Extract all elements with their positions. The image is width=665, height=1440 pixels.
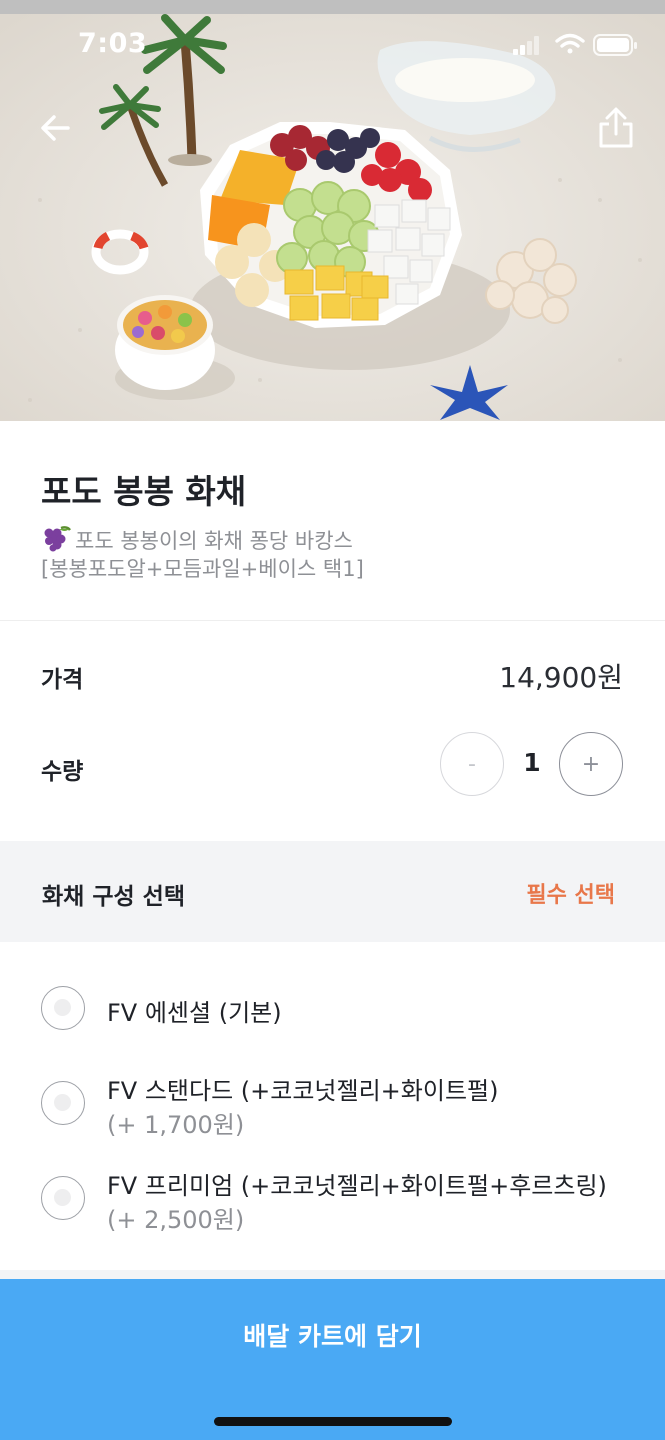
product-hero-image: 7:03 — [0, 0, 665, 421]
quantity-label: 수량 — [41, 759, 84, 785]
radio-button[interactable] — [41, 986, 85, 1030]
option-group-header: 화채 구성 선택 필수 선택 — [0, 841, 665, 942]
quantity-decrease-button[interactable]: - — [440, 732, 504, 796]
hero-top-strip — [0, 0, 665, 14]
status-time: 7:03 — [78, 28, 148, 59]
product-info: 포도 봉봉 화채 포도 봉봉이의 화채 퐁당 바캉스 [봉봉포도알+모듬과일+베… — [0, 421, 665, 621]
share-button[interactable] — [595, 104, 637, 152]
minus-icon: - — [468, 751, 476, 777]
product-description: 포도 봉봉이의 화채 퐁당 바캉스 [봉봉포도알+모듬과일+베이스 택1] — [41, 525, 364, 583]
option-group-title: 화채 구성 선택 — [42, 884, 185, 910]
status-icons — [513, 33, 637, 56]
quantity-value: 1 — [523, 748, 541, 777]
wifi-icon — [555, 33, 585, 54]
home-indicator — [214, 1417, 452, 1426]
description-line-2: [봉봉포도알+모듬과일+베이스 택1] — [41, 557, 364, 581]
option-premium[interactable]: FV 프리미엄 (+코코넛젤리+화이트펄+후르츠링) (+ 2,500원) — [0, 1155, 665, 1245]
description-line-1: 포도 봉봉이의 화채 퐁당 바캉스 — [75, 529, 353, 553]
add-to-cart-label: 배달 카트에 담기 — [243, 1322, 422, 1351]
product-title: 포도 봉봉 화채 — [41, 472, 247, 511]
share-icon — [599, 107, 633, 148]
radio-button[interactable] — [41, 1176, 85, 1220]
back-button[interactable] — [36, 108, 76, 148]
option-name: FV 프리미엄 (+코코넛젤리+화이트펄+후르츠링) — [107, 1172, 607, 1200]
battery-icon — [593, 34, 637, 56]
required-badge: 필수 선택 — [526, 883, 615, 908]
signal-icon — [513, 36, 539, 55]
add-to-cart-button[interactable]: 배달 카트에 담기 — [0, 1279, 665, 1440]
option-price: (+ 1,700원) — [107, 1111, 245, 1139]
option-name: FV 스탠다드 (+코코넛젤리+화이트펄) — [107, 1077, 499, 1105]
fruit-bowl-photo — [0, 0, 665, 421]
radio-button[interactable] — [41, 1081, 85, 1125]
price-label: 가격 — [41, 667, 84, 693]
option-essential[interactable]: FV 에센셜 (기본) — [0, 975, 665, 1045]
price-value: 14,900원 — [499, 661, 623, 694]
grape-icon — [44, 526, 71, 552]
option-standard[interactable]: FV 스탠다드 (+코코넛젤리+화이트펄) (+ 1,700원) — [0, 1060, 665, 1150]
option-price: (+ 2,500원) — [107, 1206, 245, 1234]
plus-icon: + — [581, 751, 601, 777]
arrow-left-icon — [41, 115, 70, 141]
option-name: FV 에센셜 (기본) — [107, 999, 282, 1027]
quantity-increase-button[interactable]: + — [559, 732, 623, 796]
